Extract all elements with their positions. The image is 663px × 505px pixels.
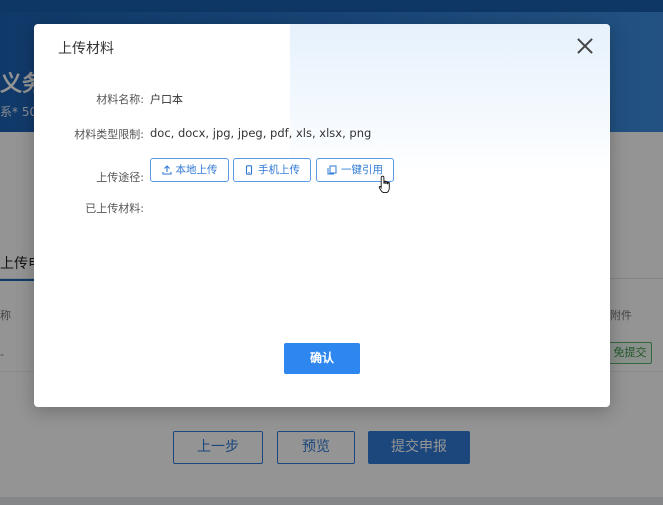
close-icon[interactable] — [575, 36, 595, 56]
material-name-value: 户口本 — [150, 93, 183, 106]
material-name-label: 材料名称: — [96, 93, 144, 106]
confirm-button[interactable]: 确认 — [284, 343, 360, 374]
upload-material-dialog: 上传材料 材料名称: 户口本 材料类型限制: doc, docx, jpg, j… — [34, 24, 610, 407]
local-upload-button[interactable]: 本地上传 — [150, 158, 229, 182]
copy-icon — [327, 165, 337, 175]
local-upload-label: 本地上传 — [175, 164, 218, 176]
dialog-decoration — [290, 24, 610, 174]
upload-icon — [161, 165, 172, 175]
upload-path-label: 上传途径: — [96, 171, 144, 184]
material-type-label: 材料类型限制: — [74, 128, 144, 141]
uploaded-materials-label: 已上传材料: — [85, 202, 144, 215]
phone-icon — [245, 165, 253, 175]
dialog-title: 上传材料 — [58, 41, 114, 57]
hand-cursor-icon — [378, 175, 390, 194]
mobile-upload-button[interactable]: 手机上传 — [233, 158, 311, 182]
material-type-value: doc, docx, jpg, jpeg, pdf, xls, xlsx, pn… — [150, 126, 372, 140]
mobile-upload-label: 手机上传 — [258, 164, 300, 176]
one-click-quote-label: 一键引用 — [341, 164, 383, 176]
